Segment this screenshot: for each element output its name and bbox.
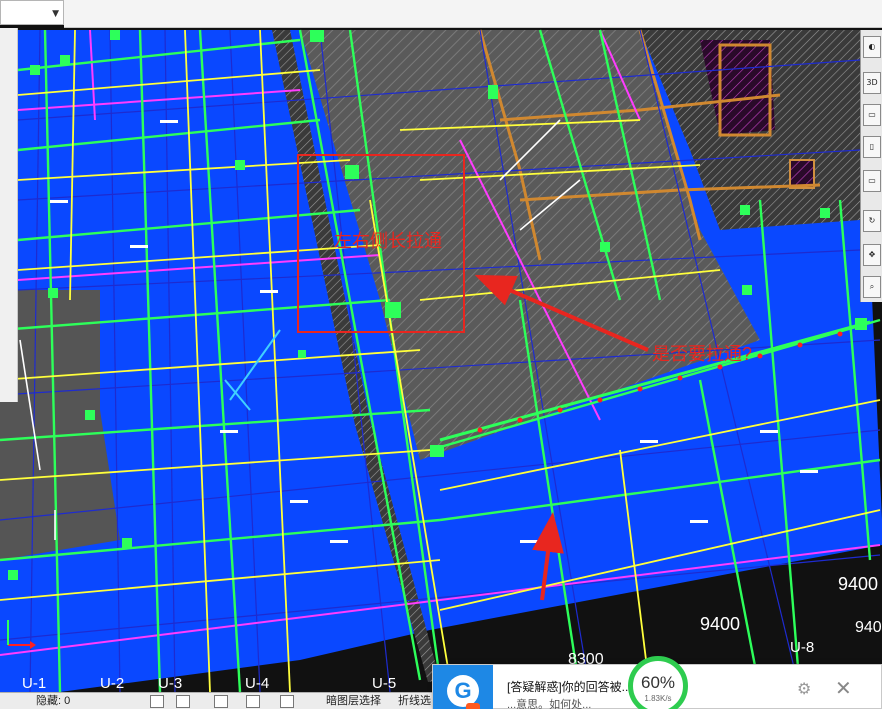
status-toggle-5[interactable]: [280, 695, 294, 708]
structural-plan-canvas[interactable]: 左右侧长拉通 是否要拉通? 9400 9400 9400 8300 U-1 U-…: [0, 0, 882, 709]
gear-icon[interactable]: ⚙: [797, 679, 811, 698]
top-toolbar-strip: [64, 0, 882, 28]
cad-drawing-area[interactable]: 左右侧长拉通 是否要拉通? 9400 9400 9400 8300 U-1 U-…: [0, 0, 882, 709]
dimension-label-2: 9400: [855, 619, 882, 636]
right-nav-toolbar: ◐ 3D ▭ ▯ ▭ ↻ ✥ ⌕: [860, 30, 882, 302]
pan-view-icon[interactable]: ✥: [863, 244, 881, 266]
notification-icon-strip: G: [433, 665, 493, 709]
hidden-count-label: 隐藏: 0: [36, 695, 71, 707]
left-side-panel: [0, 28, 18, 402]
polyline-select-button[interactable]: 折线选: [398, 694, 431, 709]
status-toggle-2[interactable]: [176, 695, 190, 708]
layer-combo-box[interactable]: ▼: [0, 0, 64, 25]
network-speed-meter[interactable]: 60% 1.83K/s: [628, 656, 688, 709]
notification-badge: [466, 703, 480, 709]
chevron-down-icon[interactable]: ▼: [52, 9, 59, 19]
meter-speed: 1.83K/s: [644, 694, 672, 703]
axis-label-u1: U-1: [22, 675, 46, 692]
zoom-view-icon[interactable]: ⌕: [863, 276, 881, 298]
view-3d-button[interactable]: 3D: [863, 72, 881, 94]
status-toggle-3[interactable]: [214, 695, 228, 708]
status-toggle-4[interactable]: [246, 695, 260, 708]
dark-box: [789, 159, 815, 189]
axis-label-u3: U-3: [158, 675, 182, 692]
axis-label-u5: U-5: [372, 675, 396, 692]
close-icon[interactable]: ✕: [835, 676, 852, 700]
layer-select-button[interactable]: 暗图层选择: [326, 694, 381, 709]
rotate-view-icon[interactable]: ↻: [863, 210, 881, 232]
view-top-icon[interactable]: ▭: [863, 104, 881, 126]
notification-subtitle: ...意思。如何处...: [507, 699, 592, 709]
axis-label-u8: U-8: [790, 639, 814, 656]
status-toggle-1[interactable]: [150, 695, 164, 708]
view-front-icon[interactable]: ▯: [863, 136, 881, 158]
dimension-label-3: 9400: [700, 614, 740, 634]
orbit-sphere-icon[interactable]: ◐: [863, 36, 881, 58]
annotation-arrow-note: 是否要拉通?: [652, 344, 752, 364]
annotation-box-note: 左右侧长拉通: [334, 231, 442, 251]
view-side-icon[interactable]: ▭: [863, 170, 881, 192]
dimension-label-1: 9400: [838, 574, 878, 594]
axis-label-u4: U-4: [245, 675, 269, 692]
axis-label-u2: U-2: [100, 675, 124, 692]
meter-percent: 60%: [640, 673, 676, 692]
